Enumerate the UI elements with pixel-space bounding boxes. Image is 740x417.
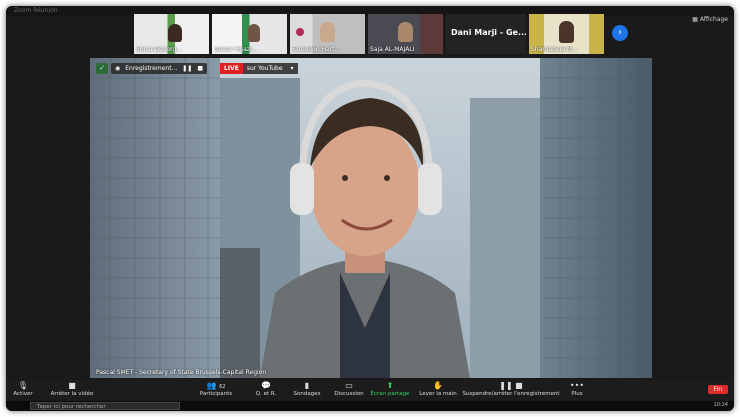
right-eye	[384, 175, 390, 181]
taskbar-search-input[interactable]: Taper ici pour rechercher	[30, 402, 180, 410]
record-button[interactable]: ❚❚ ■ Suspendre/arrêter l'enregistrement	[462, 381, 560, 397]
participant-name: Fareedon Hart...	[292, 46, 341, 53]
chat-button[interactable]: ▭ Discussion	[330, 381, 368, 397]
participant-avatar	[248, 24, 260, 42]
share-screen-icon: ⬆	[386, 381, 394, 390]
app-title: Zoom Réunion	[14, 7, 58, 14]
participant-avatar	[398, 22, 413, 42]
polls-button[interactable]: ▮ Sondages	[290, 381, 324, 397]
chevron-down-icon[interactable]: ▾	[286, 63, 298, 74]
participant-name: Dani Marji - Ge...	[451, 28, 526, 37]
live-indicator[interactable]: LIVE sur YouTube ▾	[220, 63, 298, 74]
mute-label: Activer	[13, 391, 33, 397]
share-label: Écran partagé	[370, 391, 410, 397]
recording-label: Enregistrement...	[125, 65, 178, 72]
participants-label: Participants	[199, 391, 233, 397]
video-label: Arrêter la vidéo	[50, 391, 94, 397]
polls-label: Sondages	[293, 391, 321, 397]
chevron-right-icon: ›	[618, 27, 622, 38]
main-video[interactable]: ✓ ◉ Enregistrement... ❚❚ ■ LIVE sur YouT…	[90, 58, 652, 378]
video-button[interactable]: ■ Arrêter la vidéo	[42, 381, 102, 397]
chat-label: Discussion	[334, 391, 364, 397]
mute-button[interactable]: 🎙 Activer	[10, 381, 36, 397]
participant-tile[interactable]: Fareedon Hart...	[290, 14, 365, 54]
polls-icon: ▮	[304, 381, 310, 390]
shield-icon: ✓	[96, 63, 108, 74]
view-button[interactable]: ▦ Affichage	[692, 16, 728, 23]
right-building-back	[470, 98, 540, 378]
record-label: Suspendre/arrêter l'enregistrement	[462, 391, 560, 397]
right-earcup	[418, 163, 442, 215]
share-screen-button[interactable]: ⬆ Écran partagé	[366, 381, 414, 397]
stop-icon[interactable]: ■	[197, 63, 203, 74]
qa-button[interactable]: 💬 Q. et R.	[252, 381, 280, 397]
windows-taskbar: Taper ici pour rechercher 10:24	[6, 401, 734, 411]
record-icon: ◉	[115, 65, 121, 72]
participant-name: Sonia Deverg...	[136, 46, 182, 53]
clock: 10:24	[713, 402, 728, 408]
participant-tile[interactable]: Qaisar Hijazi...	[212, 14, 287, 54]
pause-icon[interactable]: ❚❚	[182, 63, 192, 74]
participant-tile[interactable]: Sonia Deverg...	[134, 14, 209, 54]
qa-icon: 💬	[261, 381, 271, 390]
participants-button[interactable]: 👥 62 Participants	[198, 381, 234, 397]
participant-name: Qaisar Hijazi...	[214, 46, 258, 53]
camera-icon: ■	[68, 381, 76, 390]
pause-stop-icon: ❚❚ ■	[499, 381, 523, 390]
recording-indicator: ✓ ◉ Enregistrement... ❚❚ ■	[96, 63, 207, 74]
speaker-caption: Pascal SMET - Secretary of State Brussel…	[96, 369, 267, 376]
next-page-button[interactable]: ›	[612, 25, 628, 41]
participant-name: Saja AL-MAJALI	[370, 46, 415, 53]
chat-icon: ▭	[345, 381, 353, 390]
participants-count: 62	[219, 384, 226, 390]
hand-icon: ✋	[433, 381, 443, 390]
participant-avatar	[320, 22, 335, 42]
left-eye	[342, 175, 348, 181]
low-building	[220, 248, 260, 378]
screenshot-frame: Zoom Réunion ▦ Affichage Sonia Deverg...…	[0, 0, 740, 417]
raise-hand-button[interactable]: ✋ Lever la main	[416, 381, 460, 397]
more-label: Plus	[571, 391, 583, 397]
more-button[interactable]: ••• Plus	[566, 381, 588, 397]
participant-name: Sharhabeel M...	[531, 46, 578, 53]
left-earcup	[290, 163, 314, 215]
participant-avatar	[168, 24, 182, 42]
participant-strip: Sonia Deverg... Qaisar Hijazi... Fareedo…	[134, 14, 604, 54]
record-dot-icon	[296, 28, 304, 36]
microphone-muted-icon: 🎙	[17, 381, 29, 390]
stream-destination: sur YouTube	[242, 63, 287, 74]
participant-avatar	[559, 21, 574, 43]
raise-label: Lever la main	[419, 391, 457, 397]
recording-pill[interactable]: ◉ Enregistrement... ❚❚ ■	[111, 63, 207, 74]
participants-icon: 👥 62	[206, 381, 226, 390]
live-badge: LIVE	[220, 63, 243, 74]
video-frame	[90, 58, 652, 378]
participant-tile[interactable]: Saja AL-MAJALI	[368, 14, 443, 54]
participant-tile[interactable]: Sharhabeel M...	[529, 14, 604, 54]
zoom-window: Zoom Réunion ▦ Affichage Sonia Deverg...…	[6, 6, 734, 411]
view-label: Affichage	[699, 16, 728, 23]
end-meeting-button[interactable]: Fin	[707, 385, 728, 394]
more-icon: •••	[569, 381, 585, 390]
qa-label: Q. et R.	[255, 391, 277, 397]
meeting-toolbar: 🎙 Activer ■ Arrêter la vidéo 👥 62 Participa…	[6, 380, 734, 400]
participant-tile[interactable]: Dani Marji - Ge...	[446, 14, 526, 54]
